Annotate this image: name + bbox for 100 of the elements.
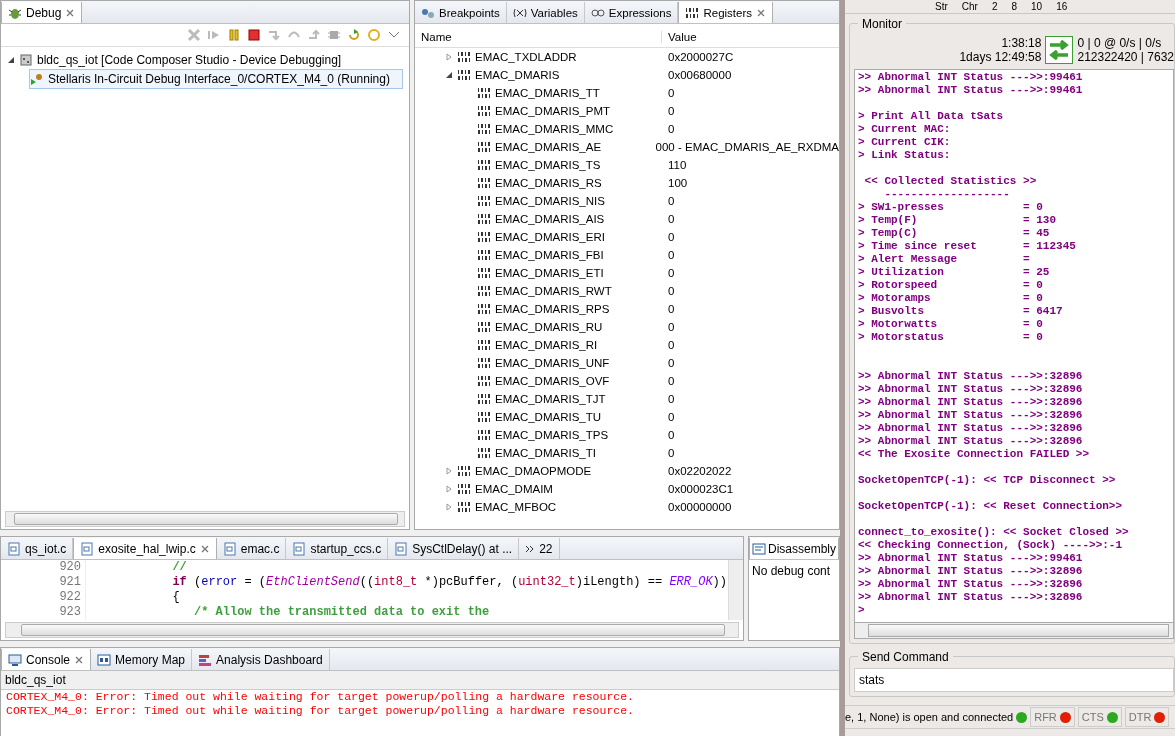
expand-arrow-icon[interactable] [445, 53, 453, 61]
register-icon [457, 500, 471, 514]
register-field-name: EMAC_DMARIS_RWT [495, 285, 612, 297]
register-value: 0x000023C1 [667, 483, 734, 495]
horizontal-scrollbar[interactable] [5, 511, 405, 527]
register-field-name: EMAC_DMARIS_RU [495, 321, 603, 333]
tab[interactable]: qs_iot.c [1, 538, 74, 559]
tab[interactable]: Debug [1, 2, 83, 23]
reset-icon [347, 28, 361, 42]
register-field-name: EMAC_DMARIS_TU [495, 411, 602, 423]
column-header[interactable]: Value [662, 31, 697, 43]
toolbar-button[interactable]: Chr [961, 1, 978, 12]
horizontal-scrollbar[interactable] [854, 623, 1174, 639]
line-number: 922 [58, 590, 81, 605]
memory-map-icon [97, 652, 112, 667]
register-value: 0 [667, 375, 675, 387]
register-value: 0x02202022 [667, 465, 732, 477]
register-icon [477, 122, 491, 136]
debug-target[interactable]: Stellaris In-Circuit Debug Interface_0/CORTEX_M4_0 (Running) [29, 69, 403, 89]
expand-arrow-icon[interactable] [445, 503, 453, 511]
toolbar-button[interactable]: Str [935, 1, 948, 12]
step-into-icon [267, 28, 281, 42]
tab[interactable]: Console [1, 649, 92, 670]
monitor-icon [8, 652, 22, 667]
register-icon [477, 176, 491, 190]
register-icon [477, 320, 491, 334]
terminal-line: SocketOpenTCP(-1): << Reset Connection>> [858, 499, 1124, 513]
register-field-name: EMAC_DMARIS_RS [495, 177, 602, 189]
status-text: e, 1, None) is open and connected [845, 711, 1014, 723]
register-icon [685, 5, 700, 20]
double-chevron-icon [525, 543, 536, 554]
tab[interactable]: emac.c [216, 538, 287, 559]
vertical-scrollbar[interactable] [728, 560, 743, 620]
column-header[interactable]: Name [415, 31, 662, 43]
register-field-name: EMAC_DMARIS_MMC [495, 123, 614, 135]
c-file-icon [394, 541, 409, 556]
collapse-arrow-icon[interactable] [7, 56, 15, 64]
expand-arrow-icon[interactable] [445, 467, 453, 475]
tab[interactable]: Memory Map [91, 649, 193, 670]
command-field[interactable]: stats [854, 668, 1174, 692]
terminal-line: > Motorwatts = 0 [858, 318, 1044, 331]
register-field-name: EMAC_DMARIS_TS [495, 159, 601, 171]
project-icon [19, 53, 33, 67]
register-field-name: EMAC_DMARIS_TI [495, 447, 596, 459]
toolbar-button[interactable]: 2 [991, 1, 998, 12]
register-value: 0 [667, 87, 675, 99]
tab[interactable]: Registers [678, 2, 774, 23]
pause-icon [227, 28, 241, 42]
register-value: 0 [667, 285, 675, 297]
expand-arrow-icon[interactable] [445, 485, 453, 493]
terminal-line: > Rotorspeed = 0 [858, 279, 1044, 292]
terminal-line: >> Abnormal INT Status --->>:32896 [858, 369, 1084, 383]
terminal-line: > Time since reset = 112345 [858, 240, 1077, 253]
console-line: CORTEX_M4_0: Error: Timed out while waiting for target powerup/polling a hardware resource. [5, 704, 635, 718]
tab[interactable]: Breakpoints [415, 2, 507, 23]
register-icon [457, 50, 471, 64]
line-number: 923 [58, 605, 81, 620]
signal-indicator: RFR [1030, 707, 1075, 727]
register-field-name: EMAC_DMARIS_TT [495, 87, 600, 99]
tab[interactable]: SysCtlDelay() at ... [388, 538, 520, 559]
toolbar-button[interactable]: 16 [1056, 1, 1068, 12]
register-field-name: EMAC_DMARIS_OVF [495, 375, 610, 387]
disconnect-icon [187, 28, 201, 42]
terminal-line: > Busvolts = 6417 [858, 305, 1064, 318]
register-icon [477, 284, 491, 298]
register-field-name: EMAC_DMARIS_ERI [495, 231, 605, 243]
clock: 1:38:18 [1000, 36, 1042, 50]
terminal-line: SocketOpenTCP(-1): << TCP Disconnect >> [858, 473, 1117, 487]
tab[interactable]: Disassembly [749, 538, 839, 559]
horizontal-scrollbar[interactable] [5, 622, 739, 638]
register-value: 000 - EMAC_DMARIS_AE_RXDMA [654, 141, 839, 153]
register-icon [457, 68, 471, 82]
register-name: EMAC_DMAOPMODE [475, 465, 592, 477]
register-value: 0 [667, 429, 675, 441]
terminal-line: > Alert Message = [858, 253, 1031, 266]
register-icon [477, 248, 491, 262]
terminal-line: >> Abnormal INT Status --->>:99461 [858, 71, 1084, 84]
register-name: EMAC_MFBOC [475, 501, 557, 513]
register-field-name: EMAC_DMARIS_RI [495, 339, 598, 351]
close-icon [756, 7, 767, 18]
terminal-line: > Current MAC: [858, 123, 952, 136]
c-file-icon [7, 541, 21, 556]
register-value: 110 [667, 159, 687, 171]
toolbar-button[interactable]: 10 [1031, 1, 1043, 12]
tab[interactable]: startup_ccs.c [286, 538, 389, 559]
tab[interactable]: Variables [506, 2, 585, 23]
register-value: 0 [667, 267, 675, 279]
signal-indicator: DTR [1124, 707, 1170, 727]
register-name: EMAC_DMARIS [475, 69, 560, 81]
debug-session[interactable]: bldc_qs_iot [Code Composer Studio - Device Debugging] [37, 53, 342, 67]
register-icon [477, 356, 491, 370]
terminal-line: ------------------- [883, 188, 1011, 201]
collapse-arrow-icon[interactable] [445, 71, 453, 79]
register-icon [457, 482, 471, 496]
more-tabs-button[interactable]: 22 [519, 538, 560, 559]
tab[interactable]: exosite_hal_lwip.c [73, 538, 217, 559]
toolbar-button[interactable]: 8 [1011, 1, 1018, 12]
terminal-line: > Current CIK: [858, 136, 952, 149]
tab[interactable]: Analysis Dashboard [192, 649, 330, 670]
close-icon [74, 654, 85, 665]
